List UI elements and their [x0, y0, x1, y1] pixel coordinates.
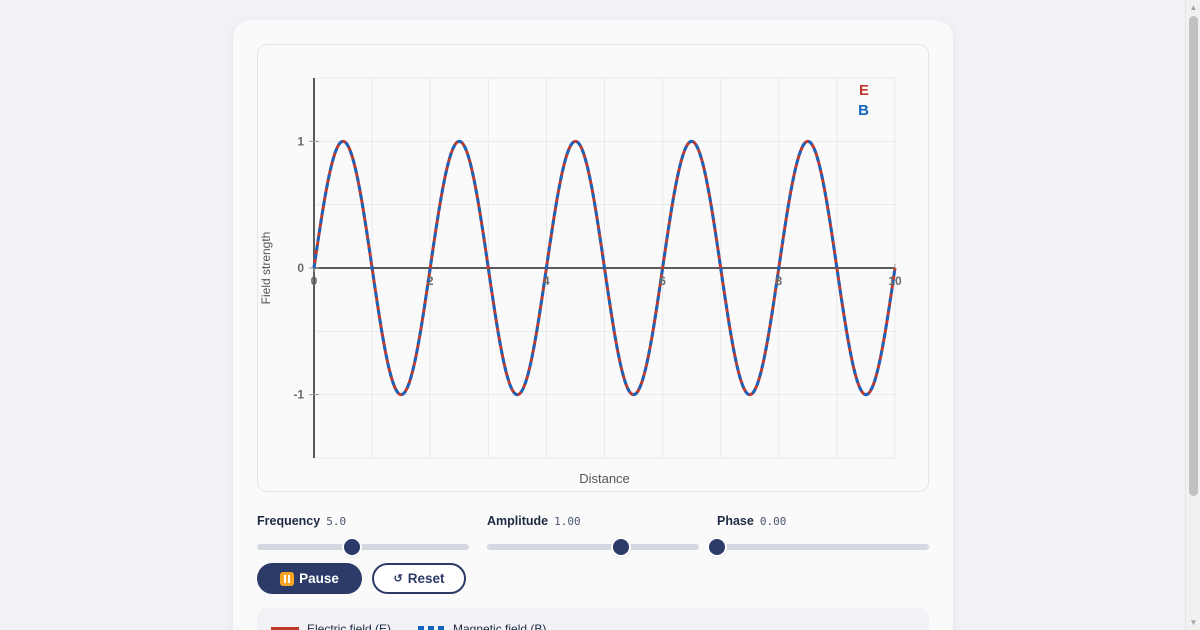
- pause-icon: [280, 571, 295, 586]
- page-scrollbar[interactable]: ▲ ▼: [1185, 0, 1200, 630]
- field-legend: Electric field (E) Magnetic field (B): [257, 608, 929, 630]
- amplitude-label-text: Amplitude: [487, 514, 549, 528]
- amplitude-slider[interactable]: [487, 539, 699, 555]
- reset-icon: ↺: [393, 573, 403, 585]
- x-axis-title: Distance: [579, 471, 630, 486]
- phase-slider[interactable]: [709, 539, 929, 555]
- chart-legend-e: E: [859, 82, 869, 99]
- reset-button[interactable]: ↺ Reset: [372, 563, 466, 594]
- frequency-value: 5.0: [326, 515, 347, 528]
- magnetic-field-legend-label: Magnetic field (B): [453, 622, 547, 630]
- x-tick-label: 2: [427, 274, 434, 288]
- x-tick-label: 8: [775, 274, 782, 288]
- phase-control: Phase 0.00: [709, 513, 929, 555]
- phase-label: Phase 0.00: [717, 514, 786, 528]
- amplitude-label: Amplitude 1.00: [487, 514, 581, 528]
- pause-button[interactable]: Pause: [257, 563, 362, 594]
- frequency-label: Frequency 5.0: [257, 514, 346, 528]
- y-tick-label: 0: [297, 261, 304, 275]
- amplitude-value: 1.00: [554, 515, 581, 528]
- reset-button-label: Reset: [407, 571, 445, 586]
- scroll-down-arrow-icon[interactable]: ▼: [1186, 615, 1200, 630]
- chart-legend-b: B: [858, 102, 869, 119]
- phase-label-text: Phase: [717, 514, 754, 528]
- frequency-slider[interactable]: [257, 539, 469, 555]
- magnetic-field-swatch: [418, 626, 444, 630]
- frequency-control: Frequency 5.0: [257, 513, 469, 555]
- x-tick-label: 4: [543, 274, 550, 288]
- scrollbar-thumb[interactable]: [1189, 16, 1198, 496]
- phase-value: 0.00: [759, 515, 787, 528]
- wave-chart-svg: 0 2 4 6 8 1010-1DistanceField strengthEB: [259, 77, 902, 486]
- pause-button-label: Pause: [299, 571, 339, 586]
- wave-controls: Frequency 5.0 Amplitude 1.00 Phase 0.00: [257, 513, 929, 555]
- phase-slider-thumb[interactable]: [709, 539, 725, 555]
- scroll-up-arrow-icon[interactable]: ▲: [1186, 0, 1200, 15]
- x-tick-label: 6: [659, 274, 666, 288]
- x-tick-label: 10: [888, 274, 902, 288]
- x-tick-label: 0: [311, 274, 318, 288]
- simulation-card: 0 2 4 6 8 10 1 0 -1 Distance Field strength E B Freq…: [233, 20, 953, 630]
- chart-axes: [309, 78, 896, 458]
- wave-chart: 0 2 4 6 8 10 1 0 -1 Distance Field strength E B: [257, 44, 929, 492]
- amplitude-control: Amplitude 1.00: [487, 513, 699, 555]
- y-axis-title: Field strength: [259, 232, 273, 305]
- frequency-label-text: Frequency: [257, 514, 321, 528]
- y-tick-label: -1: [293, 388, 304, 402]
- y-tick-label: 1: [297, 134, 304, 148]
- amplitude-slider-thumb[interactable]: [612, 539, 629, 555]
- frequency-slider-thumb[interactable]: [344, 539, 361, 555]
- electric-field-legend-label: Electric field (E): [307, 622, 392, 630]
